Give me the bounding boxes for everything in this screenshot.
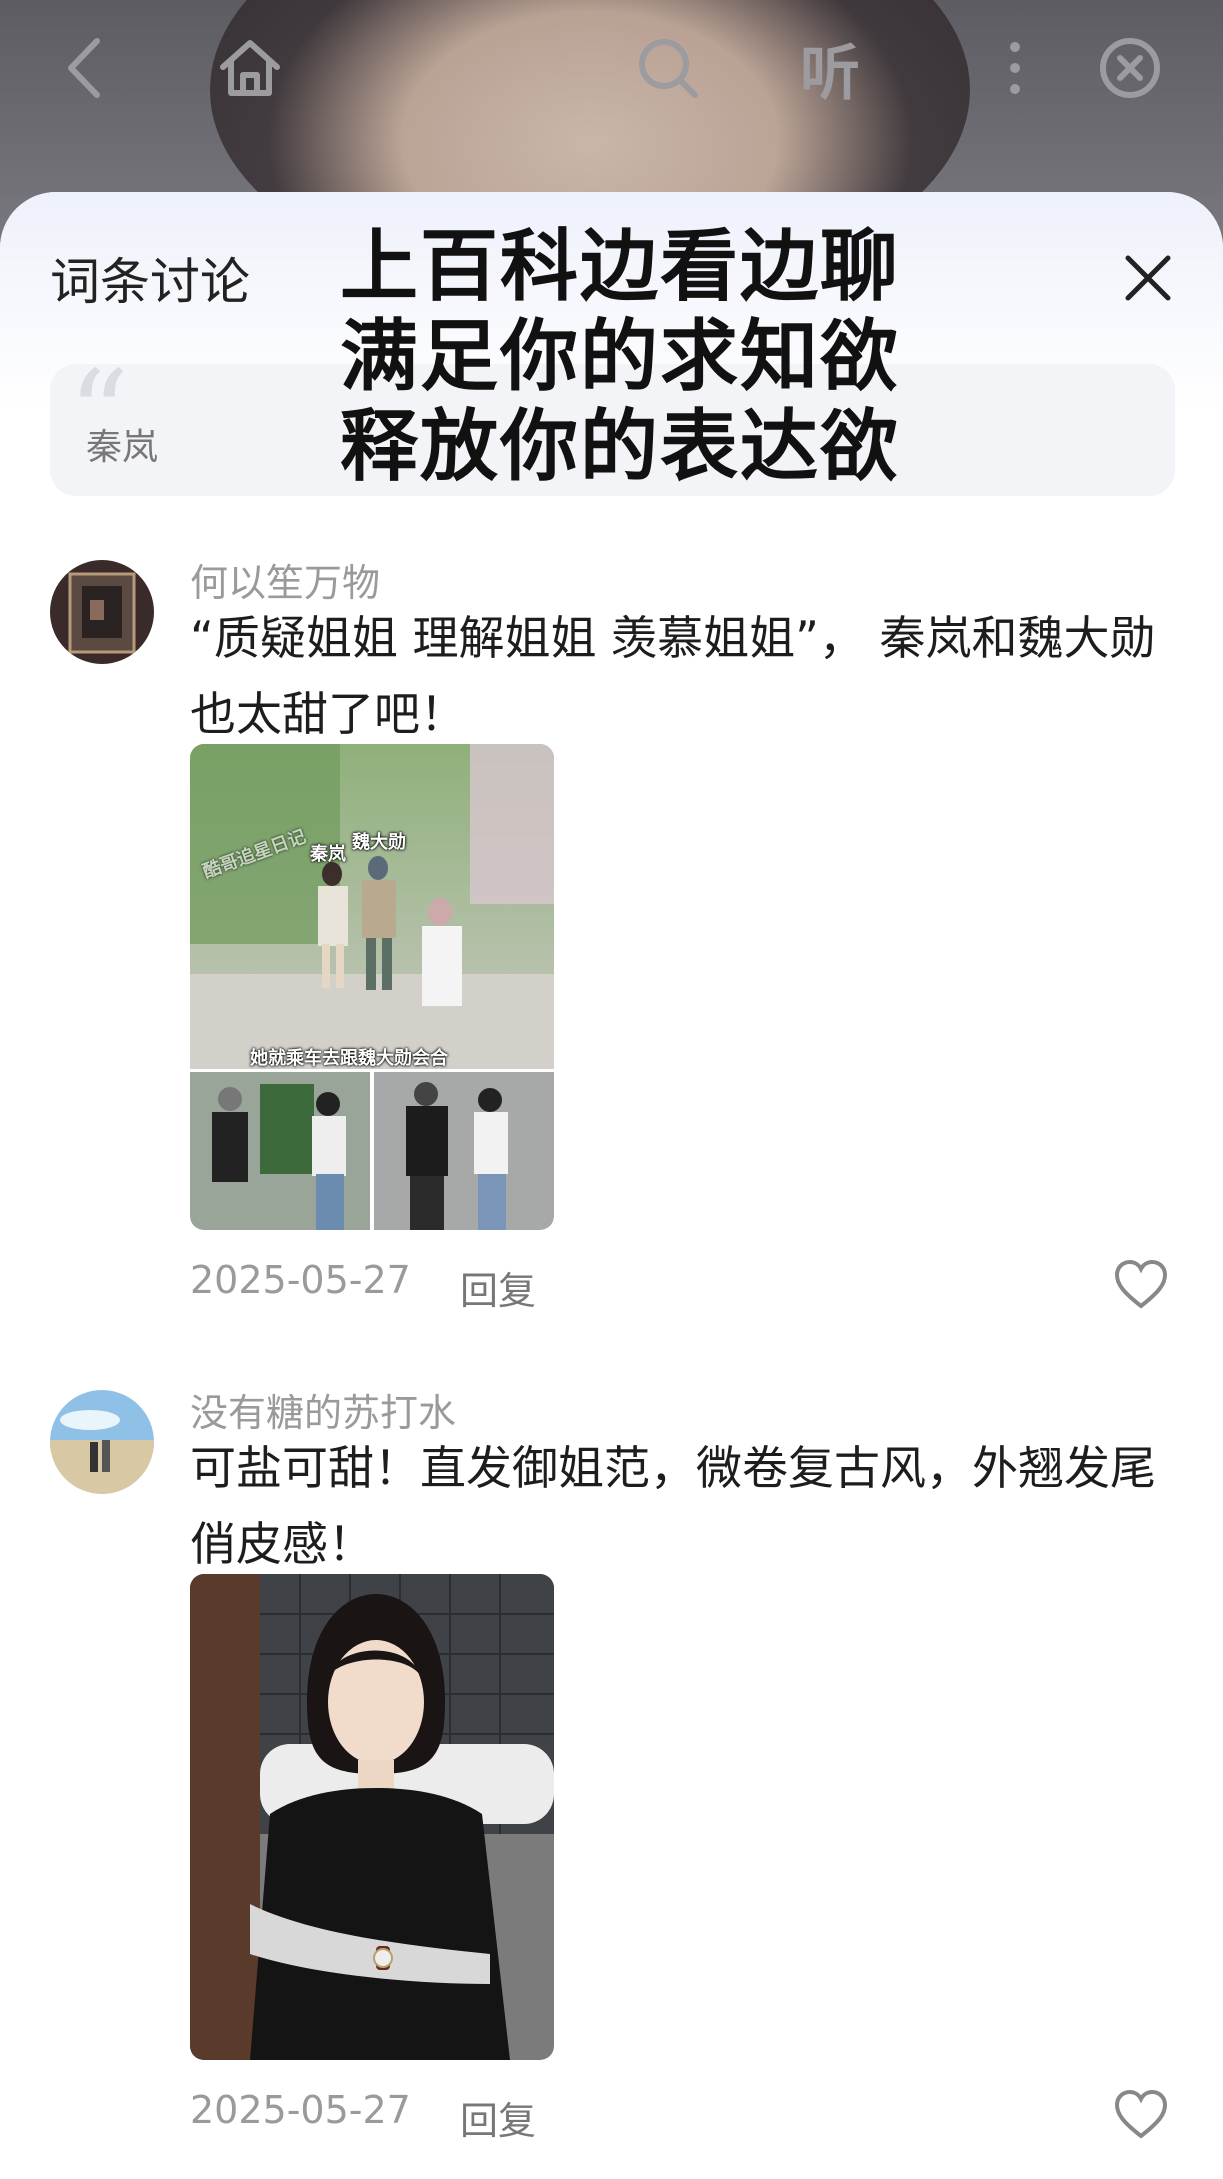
comment-date: 2025-05-27 <box>190 1258 411 1302</box>
like-heart-icon[interactable] <box>1113 2088 1169 2144</box>
like-heart-icon[interactable] <box>1113 1258 1169 1314</box>
back-arrow-icon[interactable] <box>44 28 124 108</box>
avatar[interactable] <box>50 560 154 664</box>
home-icon[interactable] <box>210 28 290 108</box>
close-icon <box>1125 255 1171 301</box>
comment-image[interactable] <box>190 1574 554 2060</box>
promo-caption-line: 上百科边看边聊 <box>339 222 900 312</box>
comment-username[interactable]: 何以笙万物 <box>190 552 380 607</box>
image-caption: 她就乘车去跟魏大勋会合 <box>250 1048 448 1069</box>
reply-button[interactable]: 回复 <box>460 2090 536 2145</box>
top-nav-bar: 听 <box>0 0 1223 140</box>
image-tag: 魏大勋 <box>352 832 406 853</box>
comment-date: 2025-05-27 <box>190 2088 411 2132</box>
listen-label: 听 <box>800 38 860 109</box>
avatar[interactable] <box>50 1390 154 1494</box>
close-circle-icon[interactable] <box>1090 28 1170 108</box>
comment-image[interactable]: 秦岚 魏大勋 酷哥追星日记 她就乘车去跟魏大勋会合 <box>190 744 554 1230</box>
sheet-title: 词条讨论 <box>50 253 250 311</box>
close-button[interactable] <box>1118 248 1178 308</box>
comment-username[interactable]: 没有糖的苏打水 <box>190 1382 456 1437</box>
promo-caption-line: 满足你的求知欲 <box>339 312 900 402</box>
search-icon[interactable] <box>628 28 708 108</box>
comment-text: 可盐可甜！直发御姐范，微卷复古风，外翘发尾俏皮感！ <box>190 1441 1156 1571</box>
reply-button[interactable]: 回复 <box>460 1260 536 1315</box>
discussion-sheet: 词条讨论 “ 秦岚 上百科边看边聊 满足你的求知欲 释放你的表达欲 何以笙万物 … <box>0 192 1223 2179</box>
comment-text: “质疑姐姐 理解姐姐 羡慕姐姐”， 秦岚和魏大勋也太甜了吧！ <box>190 611 1156 741</box>
more-dots-icon[interactable] <box>975 28 1055 108</box>
quoted-entry-name: 秦岚 <box>86 427 159 468</box>
listen-button[interactable]: 听 <box>790 28 870 109</box>
promo-caption-line: 释放你的表达欲 <box>339 402 900 492</box>
image-tag: 秦岚 <box>310 844 346 865</box>
promo-caption: 上百科边看边聊 满足你的求知欲 释放你的表达欲 <box>300 222 940 492</box>
